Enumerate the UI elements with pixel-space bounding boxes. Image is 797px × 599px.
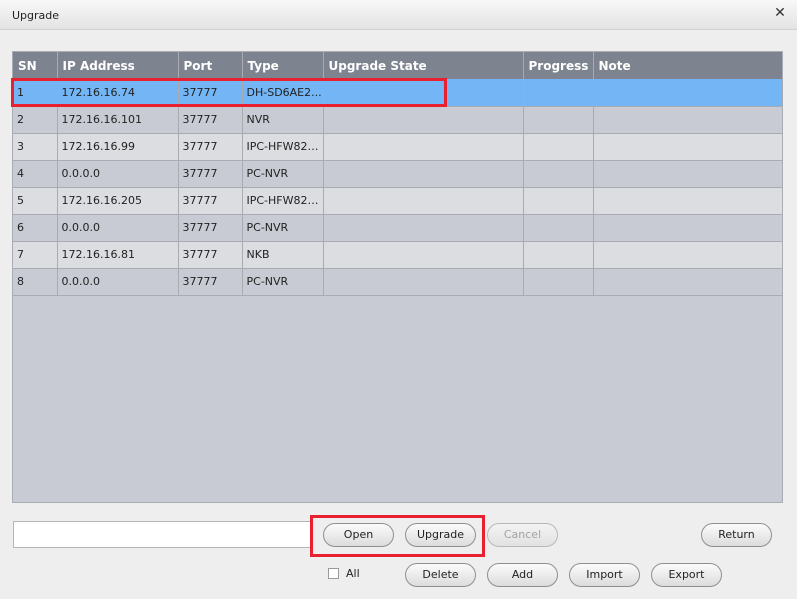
cell-ip-address: 0.0.0.0 (57, 268, 179, 296)
table-row[interactable]: 8 0.0.0.0 37777 PC-NVR (13, 268, 782, 296)
cell-sn: 7 (13, 241, 58, 269)
cell-port: 37777 (178, 133, 243, 161)
table-row[interactable]: 7 172.16.16.81 37777 NKB (13, 241, 782, 269)
all-checkbox[interactable] (328, 568, 339, 579)
open-button[interactable]: Open (323, 523, 394, 547)
table-row[interactable]: 5 172.16.16.205 37777 IPC-HFW828... (13, 187, 782, 215)
table-row[interactable]: 3 172.16.16.99 37777 IPC-HFW828... (13, 133, 782, 161)
add-button[interactable]: Add (487, 563, 558, 587)
cell-upgrade-state (323, 160, 524, 188)
cell-progress (523, 106, 594, 134)
export-button[interactable]: Export (651, 563, 722, 587)
cell-port: 37777 (178, 214, 243, 242)
cell-port: 37777 (178, 187, 243, 215)
cancel-button[interactable]: Cancel (487, 523, 558, 547)
cell-progress (523, 160, 594, 188)
cell-port: 37777 (178, 268, 243, 296)
cell-type: DH-SD6AE2... (242, 79, 324, 107)
cell-upgrade-state (323, 268, 524, 296)
column-header-ip-address[interactable]: IP Address (57, 52, 179, 79)
dialog-title: Upgrade (12, 9, 60, 22)
cell-type: PC-NVR (242, 160, 324, 188)
upgrade-dialog: Upgrade ✕ SN IP Address Port Type Upgrad… (0, 0, 797, 599)
cell-ip-address: 172.16.16.81 (57, 241, 179, 269)
file-path-input[interactable] (13, 521, 311, 548)
all-checkbox-label: All (346, 567, 360, 580)
table-row[interactable]: 6 0.0.0.0 37777 PC-NVR (13, 214, 782, 242)
cell-note (593, 133, 782, 161)
cell-note (593, 268, 782, 296)
cell-progress (523, 133, 594, 161)
cell-port: 37777 (178, 106, 243, 134)
cell-port: 37777 (178, 241, 243, 269)
cell-port: 37777 (178, 79, 243, 107)
close-icon[interactable]: ✕ (771, 4, 789, 22)
cell-note (593, 160, 782, 188)
cell-port: 37777 (178, 160, 243, 188)
cell-progress (523, 214, 594, 242)
cell-note (593, 214, 782, 242)
cell-upgrade-state (323, 79, 524, 107)
cell-sn: 5 (13, 187, 58, 215)
column-header-progress[interactable]: Progress (523, 52, 594, 79)
cell-note (593, 241, 782, 269)
table-row[interactable]: 4 0.0.0.0 37777 PC-NVR (13, 160, 782, 188)
cell-type: NKB (242, 241, 324, 269)
cell-note (593, 79, 782, 107)
table-row[interactable]: 2 172.16.16.101 37777 NVR (13, 106, 782, 134)
cell-ip-address: 0.0.0.0 (57, 214, 179, 242)
column-header-upgrade-state[interactable]: Upgrade State (323, 52, 524, 79)
import-button[interactable]: Import (569, 563, 640, 587)
return-button[interactable]: Return (701, 523, 772, 547)
delete-button[interactable]: Delete (405, 563, 476, 587)
cell-sn: 4 (13, 160, 58, 188)
cell-upgrade-state (323, 133, 524, 161)
table-row[interactable]: 1 172.16.16.74 37777 DH-SD6AE2... (13, 79, 782, 107)
cell-progress (523, 79, 594, 107)
cell-type: PC-NVR (242, 268, 324, 296)
column-header-type[interactable]: Type (242, 52, 324, 79)
column-header-note[interactable]: Note (593, 52, 782, 79)
title-bar: Upgrade ✕ (0, 0, 797, 30)
column-header-sn[interactable]: SN (13, 52, 58, 79)
cell-progress (523, 268, 594, 296)
upgrade-button[interactable]: Upgrade (405, 523, 476, 547)
cell-note (593, 106, 782, 134)
cell-type: IPC-HFW828... (242, 187, 324, 215)
cell-sn: 2 (13, 106, 58, 134)
cell-type: IPC-HFW828... (242, 133, 324, 161)
cell-sn: 8 (13, 268, 58, 296)
cell-ip-address: 172.16.16.74 (57, 79, 179, 107)
cell-type: NVR (242, 106, 324, 134)
cell-upgrade-state (323, 241, 524, 269)
cell-sn: 1 (13, 79, 58, 107)
cell-type: PC-NVR (242, 214, 324, 242)
cell-progress (523, 187, 594, 215)
cell-ip-address: 172.16.16.101 (57, 106, 179, 134)
cell-progress (523, 241, 594, 269)
cell-ip-address: 0.0.0.0 (57, 160, 179, 188)
cell-upgrade-state (323, 187, 524, 215)
cell-sn: 3 (13, 133, 58, 161)
cell-upgrade-state (323, 106, 524, 134)
device-table: SN IP Address Port Type Upgrade State Pr… (13, 52, 782, 296)
cell-ip-address: 172.16.16.99 (57, 133, 179, 161)
device-table-panel: SN IP Address Port Type Upgrade State Pr… (12, 51, 783, 503)
cell-note (593, 187, 782, 215)
table-header-row: SN IP Address Port Type Upgrade State Pr… (13, 52, 782, 79)
cell-upgrade-state (323, 214, 524, 242)
column-header-port[interactable]: Port (178, 52, 243, 79)
cell-ip-address: 172.16.16.205 (57, 187, 179, 215)
cell-sn: 6 (13, 214, 58, 242)
